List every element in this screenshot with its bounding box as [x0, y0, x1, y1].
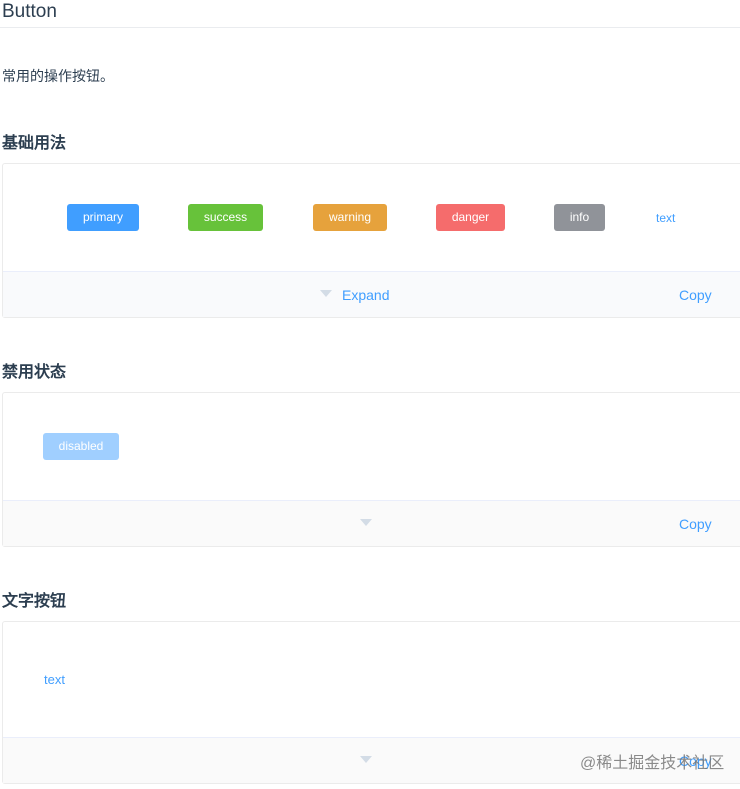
- section-heading-text: 文字按钮: [2, 593, 67, 610]
- page-description: 常用的操作按钮。: [2, 68, 114, 84]
- caret-down-icon: [360, 756, 372, 763]
- caret-down-icon: [360, 519, 372, 526]
- copy-button[interactable]: Copy: [679, 516, 712, 532]
- page-title: Button: [2, 1, 57, 22]
- copy-button[interactable]: Copy: [679, 287, 712, 303]
- expand-button[interactable]: Expand: [342, 287, 389, 303]
- text-button[interactable]: text: [656, 211, 675, 225]
- demo-block-disabled: disabled Copy: [2, 392, 740, 547]
- divider: [0, 27, 740, 28]
- watermark: @稀土掘金技术社区: [580, 755, 725, 772]
- demo-block-basic: primary success warning danger info text…: [2, 163, 740, 318]
- info-button[interactable]: info: [554, 204, 605, 231]
- section-heading-disabled: 禁用状态: [2, 364, 67, 381]
- section-heading-basic: 基础用法: [2, 135, 67, 152]
- warning-button[interactable]: warning: [313, 204, 387, 231]
- disabled-button[interactable]: disabled: [43, 433, 119, 460]
- text-button[interactable]: text: [44, 672, 65, 687]
- danger-button[interactable]: danger: [436, 204, 505, 231]
- success-button[interactable]: success: [188, 204, 263, 231]
- demo-footer[interactable]: Copy: [3, 500, 740, 546]
- caret-down-icon: [320, 290, 332, 297]
- demo-footer[interactable]: Expand Copy: [3, 271, 740, 317]
- primary-button[interactable]: primary: [67, 204, 139, 231]
